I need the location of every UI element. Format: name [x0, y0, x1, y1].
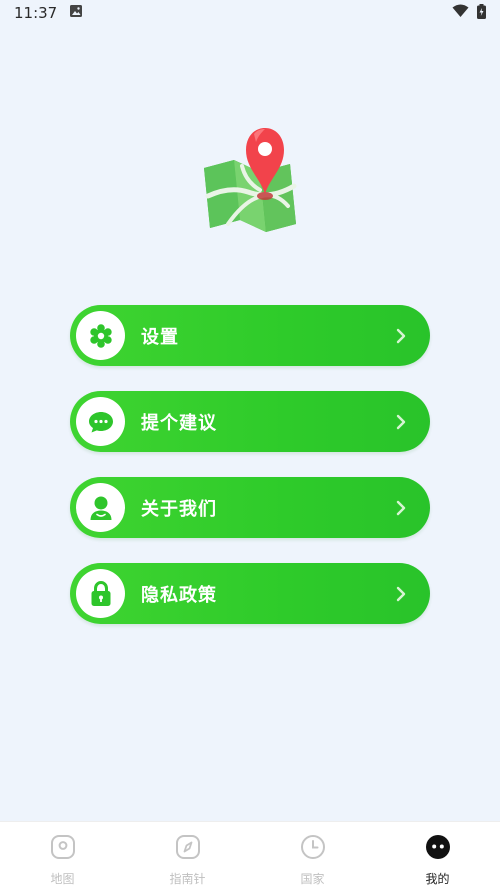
chevron-right-icon	[394, 327, 408, 345]
tab-map[interactable]: 地图	[13, 834, 113, 887]
tab-label: 国家	[300, 872, 325, 886]
face-tab-icon	[425, 834, 451, 864]
tab-label: 我的	[425, 872, 450, 886]
bottom-navigation: 地图 指南针 国家 我的	[0, 821, 500, 888]
menu-item-label: 提个建议	[141, 412, 217, 434]
menu-item-label: 关于我们	[141, 498, 217, 520]
chevron-right-icon	[394, 413, 408, 431]
clock-tab-icon	[300, 834, 326, 864]
tab-country[interactable]: 国家	[263, 834, 363, 887]
tab-label: 地图	[50, 872, 75, 886]
lock-icon	[76, 569, 125, 618]
image-notification-icon	[69, 4, 83, 22]
tab-compass[interactable]: 指南针	[138, 834, 238, 887]
map-pin-illustration	[190, 120, 310, 240]
gear-icon	[76, 311, 125, 360]
menu-item-label: 隐私政策	[141, 584, 217, 606]
tab-label: 指南针	[169, 872, 206, 886]
menu-item-privacy-policy[interactable]: 隐私政策	[70, 563, 430, 624]
chevron-right-icon	[394, 499, 408, 517]
menu-item-settings[interactable]: 设置	[70, 305, 430, 366]
chevron-right-icon	[394, 585, 408, 603]
battery-icon	[477, 3, 486, 23]
user-icon	[76, 483, 125, 532]
chat-bubble-icon	[76, 397, 125, 446]
menu-item-label: 设置	[141, 326, 179, 348]
status-time: 11:37	[14, 4, 58, 22]
status-bar: 11:37	[0, 0, 500, 26]
compass-tab-icon	[175, 834, 201, 864]
tab-mine[interactable]: 我的	[388, 834, 488, 887]
settings-menu: 设置 提个建议 关于我们 隐私政策	[70, 305, 430, 624]
menu-item-feedback[interactable]: 提个建议	[70, 391, 430, 452]
wifi-icon	[452, 4, 469, 22]
screen: 11:37 设置 提个建议 关于我们 隐私政策 地图 指南针 国家 我的	[0, 0, 500, 888]
menu-item-about-us[interactable]: 关于我们	[70, 477, 430, 538]
map-tab-icon	[50, 834, 76, 864]
